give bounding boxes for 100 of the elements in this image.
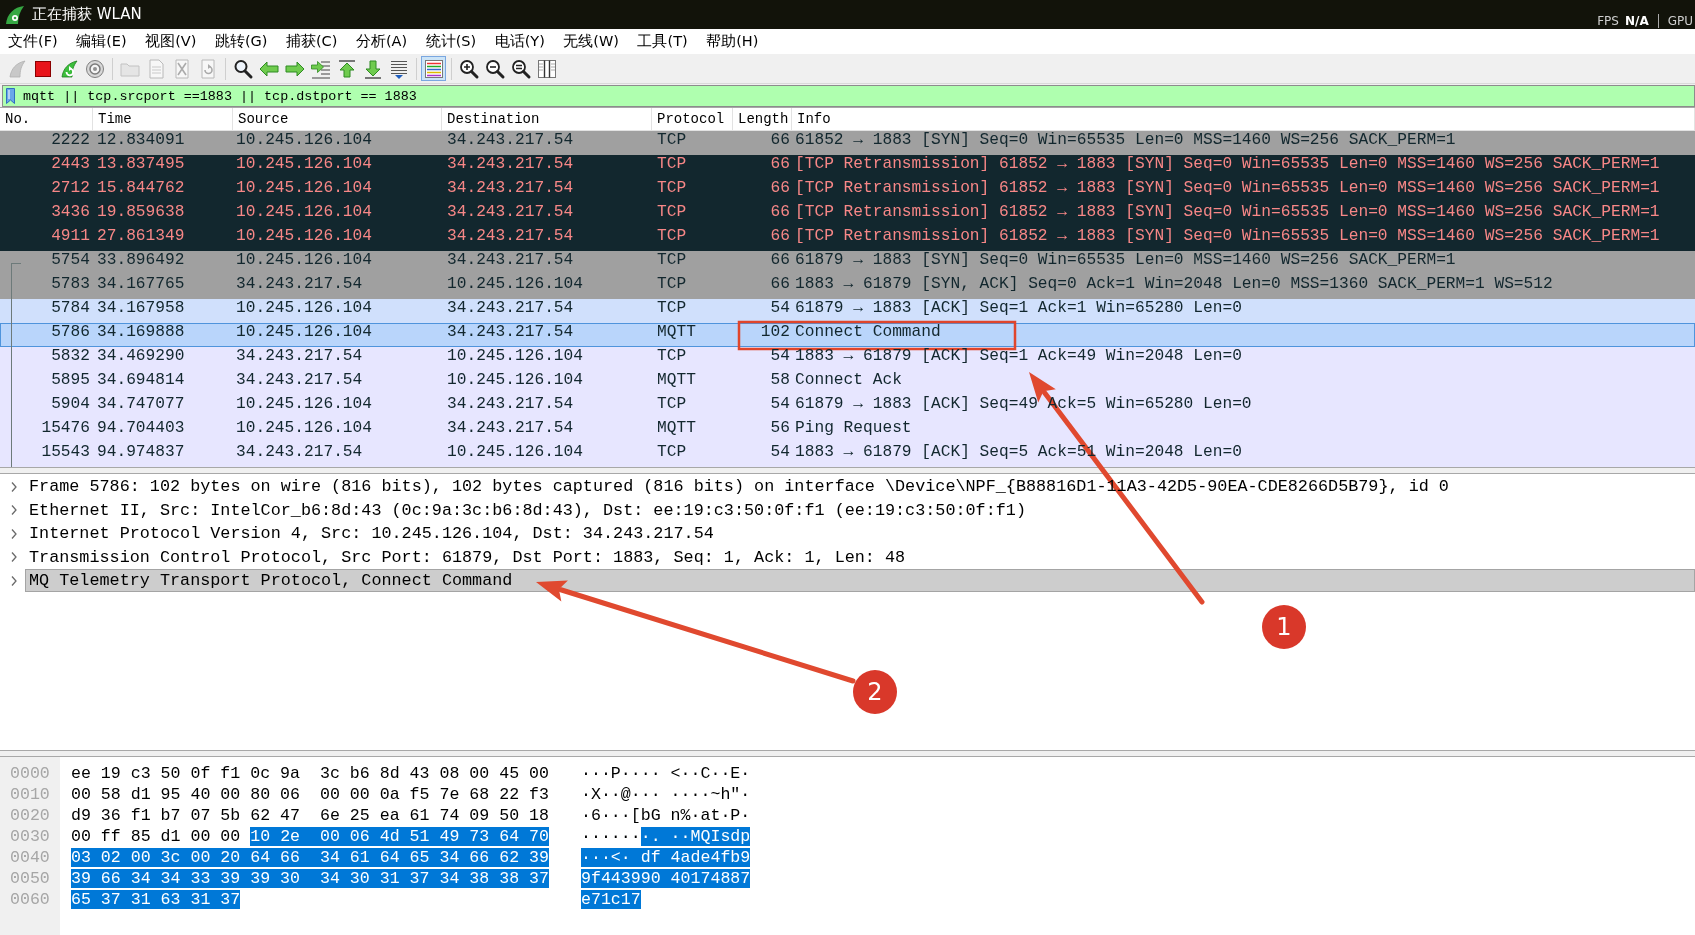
- source-address: 34.243.217.54: [236, 371, 363, 391]
- display-filter-field[interactable]: mqtt || tcp.srcport ==1883 || tcp.dstport == 1883: [2, 85, 1695, 107]
- packet-info: Connect Ack: [795, 371, 902, 391]
- menu-item[interactable]: 无线(W): [555, 30, 627, 53]
- protocol-name: TCP: [657, 275, 687, 295]
- protocol-name: TCP: [657, 251, 687, 271]
- packet-row[interactable]: 2712 15.844762 10.245.126.104 34.243.217.54 TCP 66 [TCP Retransmission] 61852 → 1883 [SYN] Seq=0 Win=65535 Len=0 MSS=1460 WS=256 SACK_PERM=1: [0, 179, 1695, 203]
- packet-row[interactable]: 2222 12.834091 10.245.126.104 34.243.217.54 TCP 66 61852 → 1883 [SYN] Seq=0 Win=65535 Len=0 MSS=1460 WS=256 SACK_PERM=1: [0, 131, 1695, 155]
- source-address: 10.245.126.104: [236, 227, 372, 247]
- source-address: 10.245.126.104: [236, 251, 372, 271]
- packet-length: 66: [770, 251, 790, 271]
- packet-row[interactable]: 5832 34.469290 34.243.217.54 10.245.126.104 TCP 54 1883 → 61879 [ACK] Seq=1 Ack=49 Win=2048 Len=0: [0, 347, 1695, 371]
- ascii-bytes: ···<· df 4ade4fb9: [581, 848, 751, 869]
- protocol-name: TCP: [657, 347, 687, 367]
- packet-length: 54: [770, 395, 790, 415]
- chevron-icon[interactable]: [10, 574, 18, 587]
- packet-number: 5783: [51, 275, 90, 295]
- fps-label: FPS: [1597, 14, 1619, 28]
- packet-time: 34.169888: [97, 323, 185, 343]
- protocol-name: TCP: [657, 299, 687, 319]
- protocol-tree-item[interactable]: MQ Telemetry Transport Protocol, Connect Command: [25, 569, 1695, 593]
- column-header[interactable]: Length: [733, 108, 792, 130]
- packet-row[interactable]: 5754 33.896492 10.245.126.104 34.243.217.54 TCP 66 61879 → 1883 [SYN] Seq=0 Win=65535 Len=0 MSS=1460 WS=256 SACK_PERM=1: [0, 251, 1695, 275]
- menu-item[interactable]: 帮助(H): [698, 30, 767, 53]
- packet-number: 5784: [51, 299, 90, 319]
- packet-length: 66: [770, 131, 790, 151]
- column-header[interactable]: Protocol: [652, 108, 733, 130]
- packet-info: 61879 → 1883 [SYN] Seq=0 Win=65535 Len=0 MSS=1460 WS=256 SACK_PERM=1: [795, 251, 1456, 271]
- packet-number: 2443: [51, 155, 90, 175]
- packet-time: 19.859638: [97, 203, 185, 223]
- destination-address: 34.243.217.54: [447, 323, 574, 343]
- packet-length: 54: [770, 299, 790, 319]
- packet-length: 54: [770, 347, 790, 367]
- menu-item[interactable]: 文件(F): [0, 30, 66, 53]
- menu-item[interactable]: 统计(S): [417, 30, 485, 53]
- protocol-tree-item[interactable]: Transmission Control Protocol, Src Port: 61879, Dst Port: 1883, Seq: 1, Ack: 1, Len: 48: [25, 545, 1695, 569]
- column-header[interactable]: No.: [0, 108, 93, 130]
- packet-row[interactable]: 5784 34.167958 10.245.126.104 34.243.217.54 TCP 54 61879 → 1883 [ACK] Seq=1 Ack=1 Win=65280 Len=0: [0, 299, 1695, 323]
- packet-time: 12.834091: [97, 131, 185, 151]
- source-address: 10.245.126.104: [236, 299, 372, 319]
- source-address: 34.243.217.54: [236, 347, 363, 367]
- menu-item[interactable]: 工具(T): [629, 30, 696, 53]
- hex-bytes: 03 02 00 3c 00 20 64 66 34 61 64 65 34 66 62 39: [71, 848, 550, 869]
- ascii-bytes: ·6···[bG n%·at·P·: [581, 806, 751, 827]
- ascii-bytes: ·X··@··· ····~h"·: [581, 785, 751, 806]
- packet-length: 66: [770, 155, 790, 175]
- gpu-label: GPU: [1667, 14, 1693, 28]
- colorize-button[interactable]: [421, 56, 446, 81]
- protocol-tree-item[interactable]: Ethernet II, Src: IntelCor_b6:8d:43 (0c:9a:3c:b6:8d:43), Dst: ee:19:c3:50:0f:f1 (ee:19:c3:50:0f:f1): [25, 498, 1695, 522]
- menu-item[interactable]: 视图(V): [137, 30, 205, 53]
- packet-info: [TCP Retransmission] 61852 → 1883 [SYN] Seq=0 Win=65535 Len=0 MSS=1460 WS=256 SACK_PERM=1: [795, 155, 1660, 175]
- column-header[interactable]: Source: [233, 108, 442, 130]
- menu-item[interactable]: 电话(Y): [486, 30, 553, 53]
- protocol-name: TCP: [657, 179, 687, 199]
- packet-length: 66: [770, 203, 790, 223]
- packet-row[interactable]: 3436 19.859638 10.245.126.104 34.243.217.54 TCP 66 [TCP Retransmission] 61852 → 1883 [SYN] Seq=0 Win=65535 Len=0 MSS=1460 WS=256 SACK_PERM=1: [0, 203, 1695, 227]
- hex-bytes: ee 19 c3 50 0f f1 0c 9a 3c b6 8d 43 08 00 45 00: [71, 764, 550, 785]
- packet-number: 5786: [51, 323, 90, 343]
- bookmark-icon[interactable]: [6, 88, 15, 104]
- packet-row[interactable]: 5895 34.694814 34.243.217.54 10.245.126.104 MQTT 58 Connect Ack: [0, 371, 1695, 395]
- byte-offset: 0060: [9, 890, 51, 911]
- menu-item[interactable]: 捕获(C): [277, 30, 346, 53]
- ascii-bytes: 9f443990 40174887: [581, 869, 751, 890]
- menu-item[interactable]: 编辑(E): [68, 30, 135, 53]
- source-address: 10.245.126.104: [236, 203, 372, 223]
- destination-address: 10.245.126.104: [447, 443, 583, 463]
- chevron-icon[interactable]: [10, 551, 18, 564]
- destination-address: 10.245.126.104: [447, 347, 583, 367]
- source-address: 10.245.126.104: [236, 131, 372, 151]
- destination-address: 34.243.217.54: [447, 155, 574, 175]
- byte-offset: 0050: [9, 869, 51, 890]
- source-address: 10.245.126.104: [236, 395, 372, 415]
- gear-icon: [83, 57, 106, 80]
- column-header[interactable]: Time: [93, 108, 233, 130]
- ascii-bytes: ···P···· <··C··E·: [581, 764, 751, 785]
- packet-info: 1883 → 61879 [SYN, ACK] Seq=0 Ack=1 Win=2048 Len=0 MSS=1360 SACK_PERM=1 WS=512: [795, 275, 1553, 295]
- protocol-name: TCP: [657, 155, 687, 175]
- packet-row[interactable]: 2443 13.837495 10.245.126.104 34.243.217.54 TCP 66 [TCP Retransmission] 61852 → 1883 [SYN] Seq=0 Win=65535 Len=0 MSS=1460 WS=256 SACK_PERM=1: [0, 155, 1695, 179]
- source-address: 10.245.126.104: [236, 155, 372, 175]
- packet-row[interactable]: 5783 34.167765 34.243.217.54 10.245.126.104 TCP 66 1883 → 61879 [SYN, ACK] Seq=0 Ack=1 Win=2048 Len=0 MSS=1360 SACK_PERM=1 WS=512: [0, 275, 1695, 299]
- packet-row[interactable]: 4911 27.861349 10.245.126.104 34.243.217.54 TCP 66 [TCP Retransmission] 61852 → 1883 [SYN] Seq=0 Win=65535 Len=0 MSS=1460 WS=256 SACK_PERM=1: [0, 227, 1695, 251]
- column-header[interactable]: Info: [792, 108, 1695, 130]
- hex-bytes: 65 37 31 63 31 37: [71, 890, 242, 911]
- protocol-tree-item[interactable]: Internet Protocol Version 4, Src: 10.245.126.104, Dst: 34.243.217.54: [25, 522, 1695, 546]
- packet-row[interactable]: 15476 94.704403 10.245.126.104 34.243.217.54 MQTT 56 Ping Request: [0, 419, 1695, 443]
- packet-row[interactable]: 5786 34.169888 10.245.126.104 34.243.217.54 MQTT 102 Connect Command: [0, 323, 1695, 347]
- hex-bytes: 00 58 d1 95 40 00 80 06 00 00 0a f5 7e 68 22 f3: [71, 785, 550, 806]
- chevron-icon[interactable]: [10, 504, 18, 517]
- byte-offset: 0020: [9, 806, 51, 827]
- protocol-name: TCP: [657, 227, 687, 247]
- menu-item[interactable]: 跳转(G): [206, 30, 276, 53]
- packet-length: 66: [770, 227, 790, 247]
- chevron-icon[interactable]: [10, 527, 18, 540]
- chevron-icon[interactable]: [10, 480, 18, 493]
- packet-time: 34.167765: [97, 275, 185, 295]
- packet-length: 58: [770, 371, 790, 391]
- packet-time: 34.747077: [97, 395, 185, 415]
- menu-item[interactable]: 分析(A): [347, 30, 416, 53]
- column-header[interactable]: Destination: [442, 108, 652, 130]
- zoom-in-icon: [457, 57, 480, 80]
